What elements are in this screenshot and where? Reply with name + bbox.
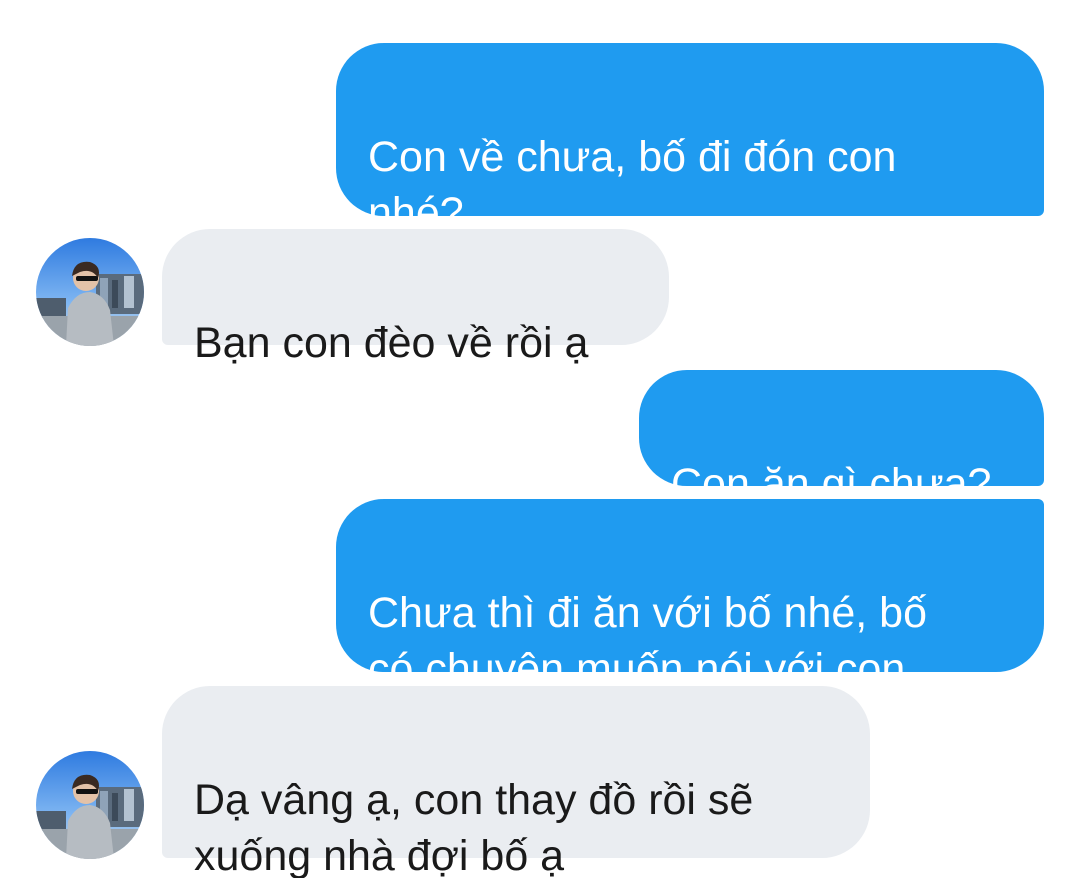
message-text: Bạn con đèo về rồi ạ: [194, 319, 589, 367]
message-text: Chưa thì đi ăn với bố nhé, bố có chuyện …: [368, 589, 927, 693]
message-bubble-incoming[interactable]: Bạn con đèo về rồi ạ: [162, 229, 669, 367]
message-bubble-outgoing[interactable]: Con về chưa, bố đi đón con nhé?: [336, 43, 1044, 237]
message-bubble-outgoing[interactable]: Con ăn gì chưa?: [639, 370, 1044, 508]
chat-thread: Con về chưa, bố đi đón con nhé? Bạn con …: [0, 0, 1080, 878]
message-text: Con về chưa, bố đi đón con nhé?: [368, 133, 897, 237]
message-bubble-outgoing[interactable]: Chưa thì đi ăn với bố nhé, bố có chuyện …: [336, 499, 1044, 693]
profile-photo-avatar-icon: [36, 751, 144, 859]
message-bubble-incoming[interactable]: Dạ vâng ạ, con thay đồ rồi sẽ xuống nhà …: [162, 686, 870, 878]
contact-avatar[interactable]: [36, 238, 144, 346]
message-text: Dạ vâng ạ, con thay đồ rồi sẽ xuống nhà …: [194, 776, 754, 878]
profile-photo-avatar-icon: [36, 238, 144, 346]
contact-avatar[interactable]: [36, 751, 144, 859]
